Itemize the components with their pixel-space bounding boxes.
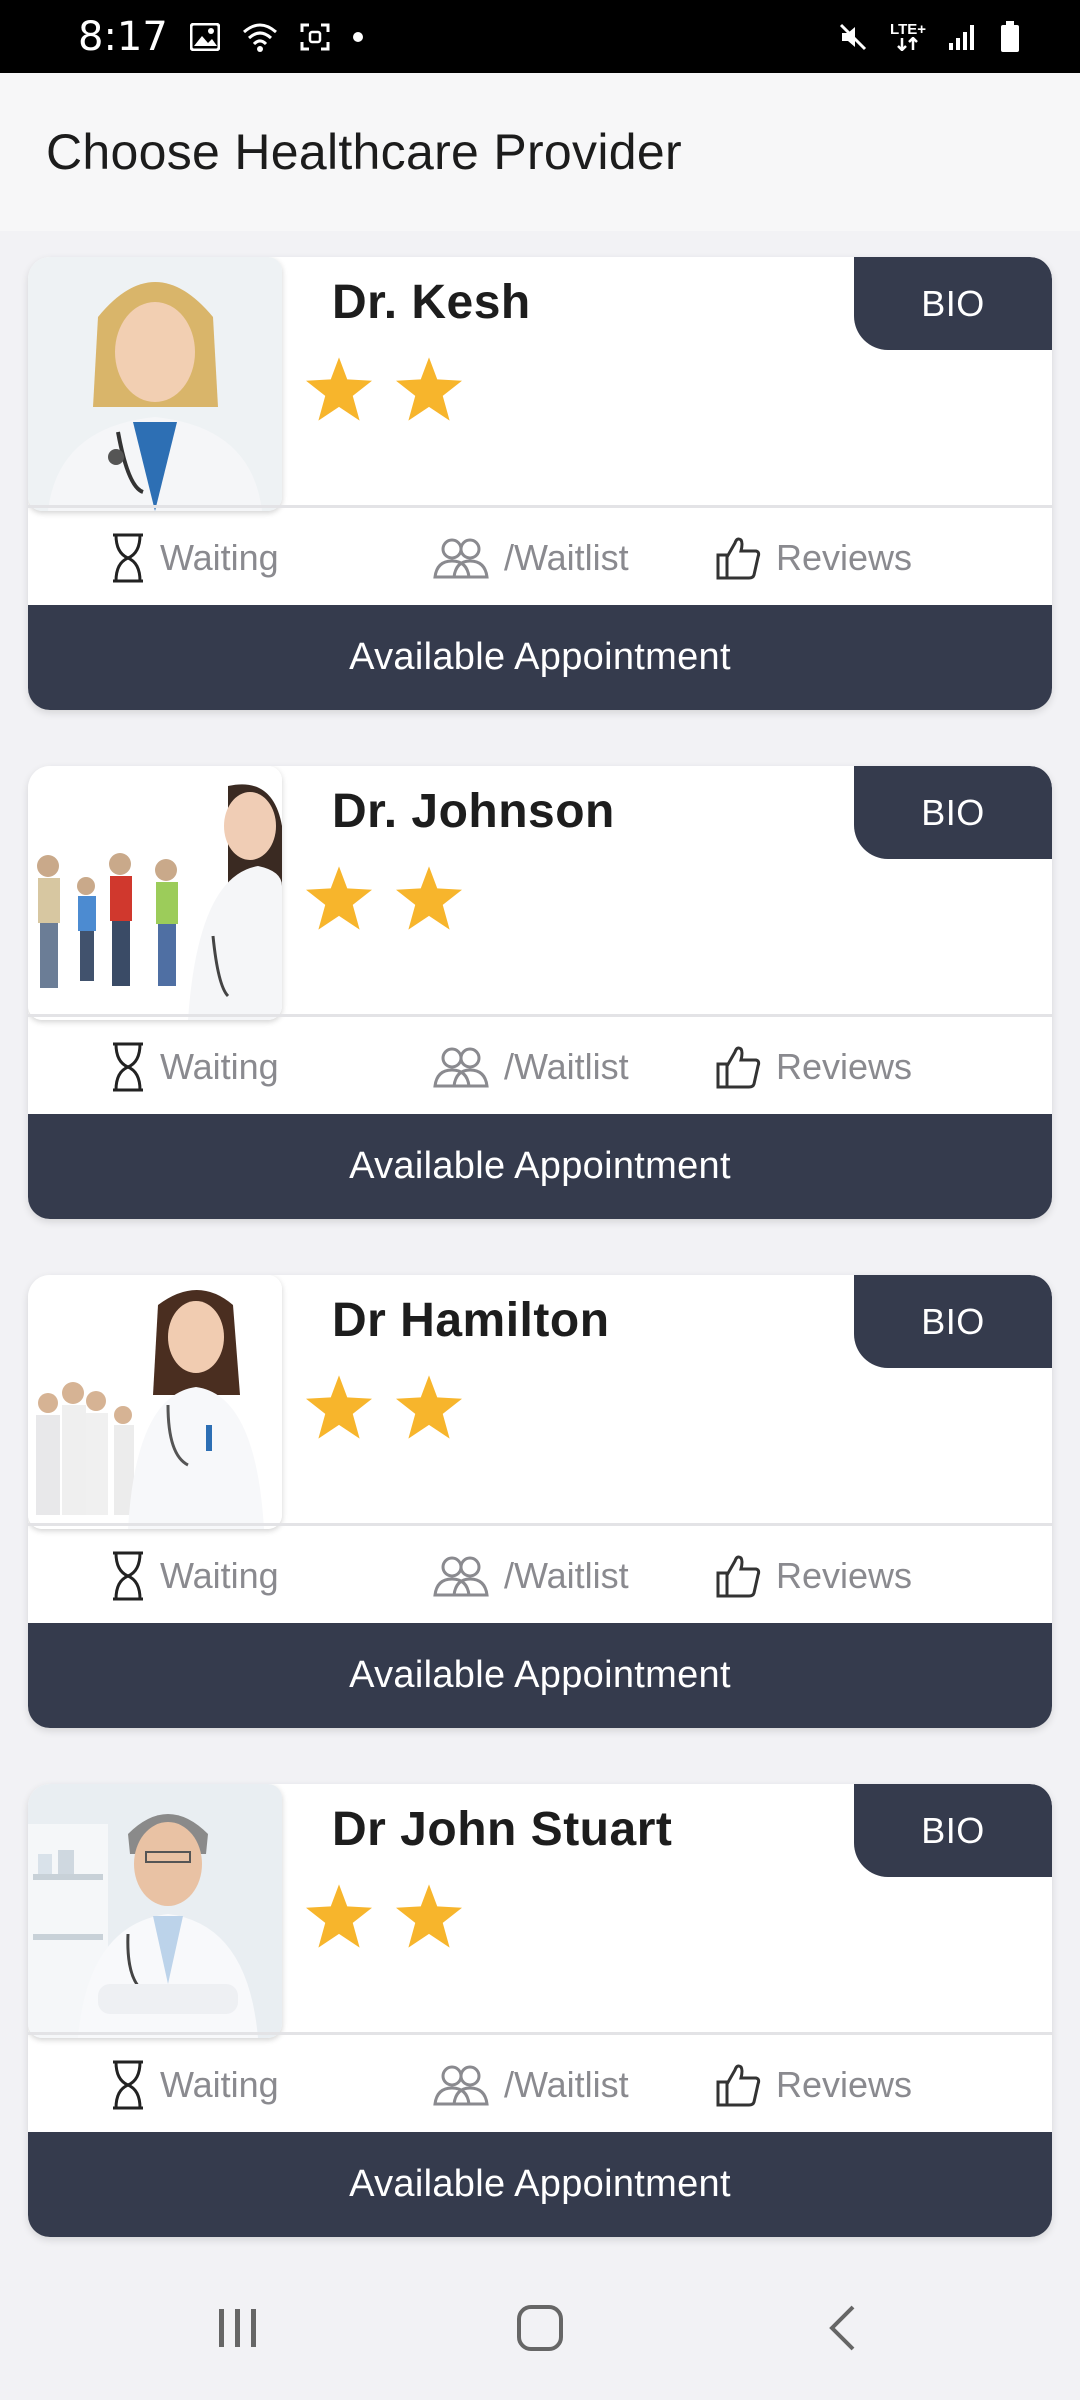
doctor-name: Dr. Johnson: [332, 785, 615, 838]
bio-button[interactable]: BIO: [854, 1275, 1052, 1368]
available-appointment-button[interactable]: Available Appointment: [28, 2132, 1052, 2237]
bio-button[interactable]: BIO: [854, 766, 1052, 859]
waitlist-stat[interactable]: /Waitlist: [432, 1017, 629, 1116]
waitlist-stat[interactable]: /Waitlist: [432, 2035, 629, 2134]
hourglass-icon: [110, 2060, 146, 2110]
waitlist-label: /Waitlist: [504, 536, 629, 578]
waitlist-stat[interactable]: /Waitlist: [432, 508, 629, 607]
home-button[interactable]: [480, 2260, 600, 2400]
doctor-photo[interactable]: [28, 257, 282, 511]
waitlist-label: /Waitlist: [504, 1045, 629, 1087]
screenshot-icon: [300, 23, 330, 51]
provider-card: Dr Hamilton BIO Waiting /Waitlist Review…: [28, 1275, 1052, 1728]
rating-stars: [306, 1375, 462, 1439]
people-icon: [432, 2064, 490, 2106]
available-appointment-button[interactable]: Available Appointment: [28, 1114, 1052, 1219]
star-icon: [306, 866, 372, 930]
star-icon: [396, 1375, 462, 1439]
waiting-label: Waiting: [160, 1554, 279, 1596]
thumbs-up-icon: [716, 1044, 762, 1090]
waiting-stat[interactable]: Waiting: [110, 2035, 279, 2134]
stats-row: Waiting /Waitlist Reviews: [28, 2035, 1052, 2134]
network-type: LTE+: [890, 21, 926, 38]
provider-card: Dr. Johnson BIO Waiting /Waitlist Review…: [28, 766, 1052, 1219]
reviews-label: Reviews: [776, 2063, 913, 2105]
bio-button[interactable]: BIO: [854, 257, 1052, 350]
doctor-photo[interactable]: [28, 1784, 282, 2038]
available-appointment-button[interactable]: Available Appointment: [28, 1623, 1052, 1728]
lte-icon: LTE+: [890, 22, 926, 51]
people-icon: [432, 537, 490, 579]
bio-button[interactable]: BIO: [854, 1784, 1052, 1877]
reviews-label: Reviews: [776, 536, 913, 578]
doctor-name: Dr John Stuart: [332, 1803, 673, 1856]
reviews-stat[interactable]: Reviews: [716, 1526, 912, 1625]
thumbs-up-icon: [716, 2062, 762, 2108]
waiting-stat[interactable]: Waiting: [110, 508, 279, 607]
star-icon: [396, 1884, 462, 1948]
people-icon: [432, 1046, 490, 1088]
star-icon: [396, 866, 462, 930]
doctor-photo[interactable]: [28, 1275, 282, 1529]
home-icon: [516, 2304, 564, 2357]
wifi-icon: [242, 22, 278, 52]
provider-card: Dr John Stuart BIO Waiting /Waitlist Rev…: [28, 1784, 1052, 2237]
provider-card: Dr. Kesh BIO Waiting /Waitlist Reviews A…: [28, 257, 1052, 710]
back-icon: [827, 2304, 857, 2357]
hourglass-icon: [110, 533, 146, 583]
waiting-label: Waiting: [160, 2063, 279, 2105]
available-appointment-button[interactable]: Available Appointment: [28, 605, 1052, 710]
reviews-stat[interactable]: Reviews: [716, 1017, 912, 1116]
doctor-name: Dr. Kesh: [332, 276, 531, 329]
reviews-label: Reviews: [776, 1554, 913, 1596]
signal-icon: [948, 23, 978, 51]
stats-row: Waiting /Waitlist Reviews: [28, 508, 1052, 607]
doctor-photo[interactable]: [28, 766, 282, 1020]
recent-apps-button[interactable]: [178, 2260, 298, 2400]
recent-apps-icon: [216, 2307, 260, 2354]
people-icon: [432, 1555, 490, 1597]
rating-stars: [306, 1884, 462, 1948]
notification-dot-icon: [352, 31, 364, 43]
status-time: 8:17: [78, 13, 168, 60]
mute-icon: [838, 22, 868, 52]
hourglass-icon: [110, 1042, 146, 1092]
star-icon: [306, 1375, 372, 1439]
image-notification-icon: [189, 22, 220, 51]
rating-stars: [306, 357, 462, 421]
reviews-stat[interactable]: Reviews: [716, 508, 912, 607]
hourglass-icon: [110, 1551, 146, 1601]
waiting-stat[interactable]: Waiting: [110, 1017, 279, 1116]
stats-row: Waiting /Waitlist Reviews: [28, 1017, 1052, 1116]
waiting-stat[interactable]: Waiting: [110, 1526, 279, 1625]
waiting-label: Waiting: [160, 536, 279, 578]
app-header: Choose Healthcare Provider: [0, 73, 1080, 231]
reviews-label: Reviews: [776, 1045, 913, 1087]
thumbs-up-icon: [716, 535, 762, 581]
doctor-name: Dr Hamilton: [332, 1294, 610, 1347]
status-bar: 8:17 LTE+: [0, 0, 1080, 73]
system-nav-bar: [0, 2260, 1080, 2400]
stats-row: Waiting /Waitlist Reviews: [28, 1526, 1052, 1625]
waitlist-label: /Waitlist: [504, 1554, 629, 1596]
page-title: Choose Healthcare Provider: [46, 124, 682, 180]
waiting-label: Waiting: [160, 1045, 279, 1087]
reviews-stat[interactable]: Reviews: [716, 2035, 912, 2134]
star-icon: [396, 357, 462, 421]
thumbs-up-icon: [716, 1553, 762, 1599]
back-button[interactable]: [782, 2260, 902, 2400]
waitlist-label: /Waitlist: [504, 2063, 629, 2105]
battery-icon: [1000, 20, 1020, 53]
star-icon: [306, 357, 372, 421]
waitlist-stat[interactable]: /Waitlist: [432, 1526, 629, 1625]
rating-stars: [306, 866, 462, 930]
star-icon: [306, 1884, 372, 1948]
